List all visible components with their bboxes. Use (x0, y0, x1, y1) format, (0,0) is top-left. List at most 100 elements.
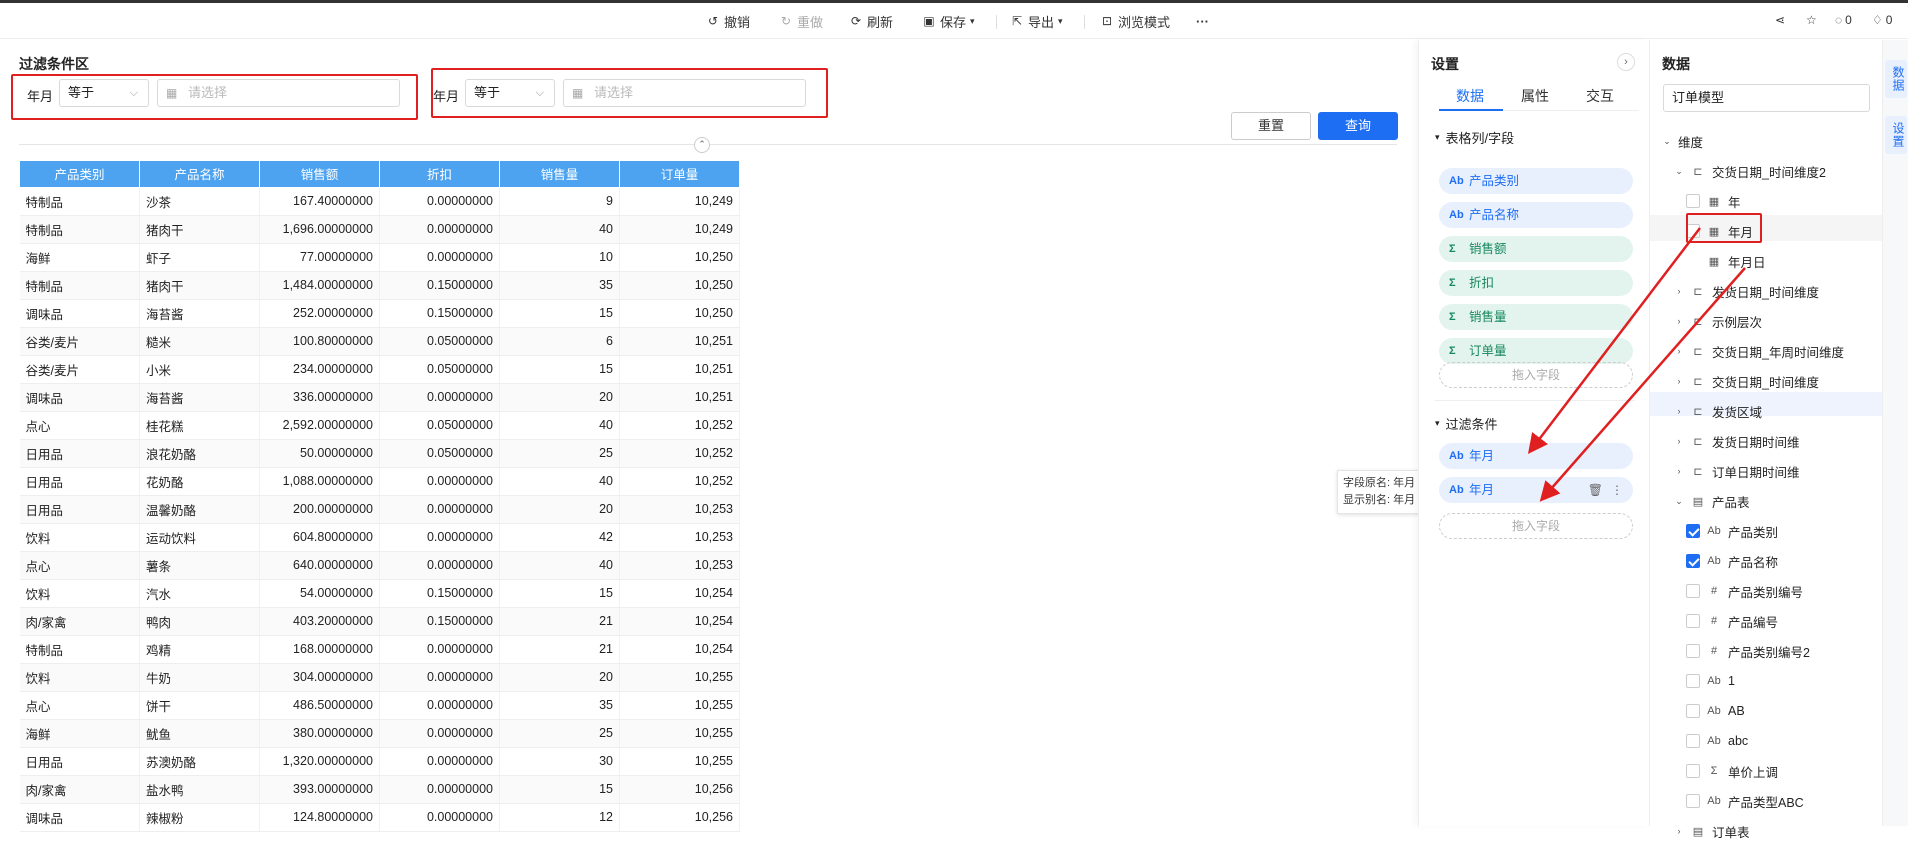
column-header[interactable]: 产品类别 (19, 161, 140, 188)
field-checkbox[interactable] (1686, 674, 1700, 688)
tree-item[interactable]: › ⊏ 示例层次 (1674, 308, 1763, 334)
chevron-down-icon: ▾ (1058, 15, 1063, 26)
column-field-pill[interactable]: Σ 折扣 (1439, 270, 1633, 296)
column-header[interactable]: 产品名称 (139, 161, 260, 188)
table-cell: 日用品 (19, 495, 140, 524)
more-vertical-icon[interactable]: ⋮ (1611, 477, 1623, 503)
save-button[interactable]: ▣ 保存 ▾ (922, 12, 974, 30)
likes-button[interactable]: ♢ 0 (1872, 13, 1892, 27)
tree-item[interactable]: › ▤ 订单表 (1674, 818, 1750, 844)
tree-item[interactable]: › ⊏ 订单日期时间维 (1674, 458, 1800, 484)
chevron-right-icon[interactable]: › (1674, 466, 1684, 476)
tree-item[interactable]: Ab abc (1686, 728, 1748, 754)
chevron-down-icon[interactable]: ⌄ (1674, 166, 1684, 177)
field-checkbox[interactable] (1686, 194, 1700, 208)
table-cell: 特制品 (19, 271, 140, 300)
tree-item[interactable]: › ⊏ 发货区域 (1674, 398, 1763, 424)
export-button[interactable]: ⇱ 导出 ▾ (1010, 12, 1063, 30)
chevron-down-icon[interactable]: ⌄ (1662, 136, 1672, 147)
filter-2-operator-select[interactable]: 等于 ⌵ (465, 79, 555, 107)
field-checkbox[interactable] (1686, 644, 1700, 658)
tree-item[interactable]: Σ 单价上调 (1686, 758, 1778, 784)
query-button[interactable]: 查询 (1318, 112, 1398, 140)
tab-data[interactable]: 数据 (1456, 86, 1484, 106)
tree-item[interactable]: › ⊏ 发货日期时间维 (1674, 428, 1800, 454)
column-field-pill[interactable]: Σ 销售量 (1439, 304, 1633, 330)
collapse-up-icon[interactable]: ⌃ (694, 137, 710, 153)
browse-mode-button[interactable]: ⊡ 浏览模式 (1100, 12, 1170, 30)
column-header[interactable]: 销售量 (499, 161, 620, 188)
model-select[interactable]: 订单模型 (1663, 84, 1870, 112)
tree-item[interactable]: Ab 1 (1686, 668, 1735, 694)
filter-2-value-input[interactable]: ▦ 请选择 (563, 79, 806, 107)
chevron-right-icon[interactable]: › (1674, 436, 1684, 446)
chevron-right-icon[interactable]: › (1674, 286, 1684, 296)
undo-button[interactable]: ↺ 撤销 (706, 12, 750, 30)
tree-item[interactable]: Ab AB (1686, 698, 1745, 724)
tree-item[interactable]: Ab 产品类别 (1686, 518, 1778, 544)
tree-item[interactable]: › ⊏ 交货日期_时间维度 (1674, 368, 1819, 394)
reset-button[interactable]: 重置 (1231, 112, 1311, 140)
tree-item[interactable]: ⌄ ▤ 产品表 (1674, 488, 1749, 514)
side-tab-settings[interactable]: 设置 (1885, 116, 1907, 154)
field-checkbox[interactable] (1686, 554, 1700, 568)
favorite-button[interactable]: ☆ (1806, 13, 1817, 27)
tree-item[interactable]: › ⊏ 交货日期_年周时间维度 (1674, 338, 1844, 364)
field-checkbox[interactable] (1686, 764, 1700, 778)
tree-item[interactable]: Ab 产品类型ABC (1686, 788, 1804, 814)
field-checkbox[interactable] (1686, 794, 1700, 808)
chevron-right-icon[interactable]: › (1674, 346, 1684, 356)
table-cell: 77.00000000 (259, 243, 380, 272)
chevron-right-icon[interactable]: › (1674, 406, 1684, 416)
field-checkbox[interactable] (1686, 704, 1700, 718)
chevron-right-icon[interactable]: › (1674, 826, 1684, 836)
column-field-pill[interactable]: Ab 产品名称 (1439, 202, 1633, 228)
tree-item[interactable]: ▦ 年 (1686, 188, 1741, 214)
column-header[interactable]: 销售额 (259, 161, 380, 188)
tree-item[interactable]: Ab 产品名称 (1686, 548, 1778, 574)
hierarchy-icon: ⊏ (1693, 435, 1703, 448)
refresh-button[interactable]: ⟳ 刷新 (849, 12, 893, 30)
comments-button[interactable]: ◌ 0 (1835, 13, 1852, 27)
field-checkbox[interactable] (1686, 734, 1700, 748)
chevron-right-icon[interactable]: › (1674, 376, 1684, 386)
section-divider (1435, 400, 1635, 401)
filter-drop-zone[interactable]: 拖入字段 (1439, 513, 1633, 539)
collapse-panel-button[interactable]: › (1617, 53, 1635, 71)
filter-section-header[interactable]: ▾ 过滤条件 (1435, 414, 1498, 433)
filter-field-pill[interactable]: Ab 年月 🗑 ⋮ (1439, 477, 1633, 503)
filter-field-pill[interactable]: Ab 年月 (1439, 443, 1633, 469)
tree-item[interactable]: ▦ 年月日 (1686, 248, 1766, 274)
column-header[interactable]: 折扣 (379, 161, 500, 188)
column-field-pill[interactable]: Σ 销售额 (1439, 236, 1633, 262)
chevron-down-icon[interactable]: ⌄ (1674, 496, 1684, 507)
filter-1-value-input[interactable]: ▦ 请选择 (157, 79, 400, 107)
table-cell: 10,255 (619, 747, 740, 776)
tree-item[interactable]: # 产品类别编号2 (1686, 638, 1810, 664)
column-field-pill[interactable]: Ab 产品类别 (1439, 168, 1633, 194)
field-checkbox[interactable] (1686, 584, 1700, 598)
tree-item[interactable]: # 产品编号 (1686, 608, 1778, 634)
filter-1-operator-select[interactable]: 等于 ⌵ (59, 79, 149, 107)
more-button[interactable]: ··· (1196, 12, 1209, 30)
trash-icon[interactable]: 🗑 (1588, 477, 1603, 503)
share-button[interactable]: ⋖ (1775, 13, 1785, 27)
text-field-icon: Ab (1449, 484, 1464, 496)
table-cell: 海苔酱 (139, 383, 260, 412)
tree-item[interactable]: ⌄ ⊏ 交货日期_时间维度2 (1674, 158, 1826, 184)
side-tab-data[interactable]: 数据 (1885, 60, 1907, 98)
column-header[interactable]: 订单量 (619, 161, 740, 188)
tab-interaction[interactable]: 交互 (1586, 86, 1614, 106)
tree-item[interactable]: ⌄ 维度 (1662, 128, 1703, 154)
columns-drop-zone[interactable]: 拖入字段 (1439, 362, 1633, 388)
field-checkbox[interactable] (1686, 614, 1700, 628)
tab-properties[interactable]: 属性 (1521, 86, 1549, 106)
redo-button[interactable]: ↻ 重做 (779, 12, 823, 30)
columns-section-header[interactable]: ▾ 表格列/字段 (1435, 128, 1514, 147)
tree-item[interactable]: › ⊏ 发货日期_时间维度 (1674, 278, 1819, 304)
chevron-right-icon[interactable]: › (1674, 316, 1684, 326)
column-field-pill[interactable]: Σ 订单量 (1439, 338, 1633, 364)
field-checkbox[interactable] (1686, 524, 1700, 538)
tree-item[interactable]: # 产品类别编号 (1686, 578, 1803, 604)
save-icon: ▣ (923, 14, 935, 28)
